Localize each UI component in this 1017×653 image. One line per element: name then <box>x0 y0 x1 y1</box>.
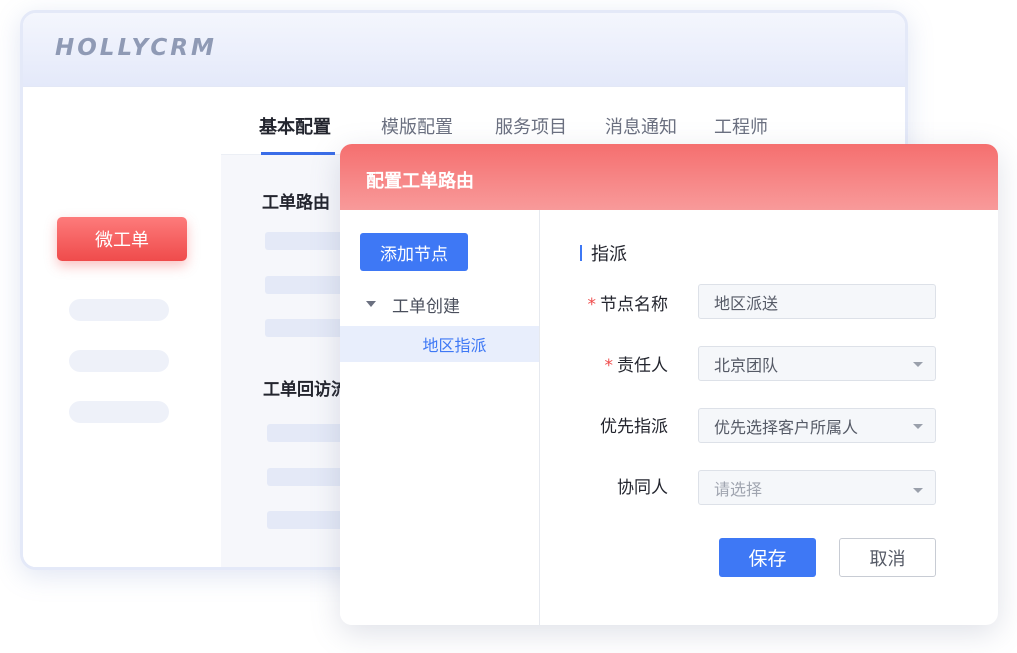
tree-node-region-assign[interactable]: 地区指派 <box>340 326 539 362</box>
cancel-button[interactable]: 取消 <box>839 538 936 577</box>
collaborator-label: 协同人 <box>617 478 668 498</box>
node-name-label: * 节点名称 <box>587 295 669 315</box>
save-button[interactable]: 保存 <box>719 538 816 577</box>
dialog-title: 配置工单路由 <box>366 171 474 192</box>
sidebar-placeholder-item <box>69 299 169 321</box>
priority-assign-label: 优先指派 <box>600 417 668 437</box>
collaborator-select[interactable]: 请选择 <box>698 470 936 505</box>
sidebar-placeholder-item <box>69 350 169 372</box>
tab-basic-config[interactable]: 基本配置 <box>259 113 331 139</box>
tab-template-config[interactable]: 模版配置 <box>381 113 453 139</box>
required-asterisk: * <box>587 295 597 315</box>
add-node-button[interactable]: 添加节点 <box>360 233 468 271</box>
priority-assign-value: 优先选择客户所属人 <box>714 417 859 437</box>
brand-logo: HOLLYCRM <box>55 35 217 61</box>
route-config-dialog: 配置工单路由 添加节点 工单创建 地区指派 指派 *节点名称 *责任人 北京团队… <box>340 144 998 625</box>
active-tab-indicator <box>261 152 335 155</box>
tree-node-ticket-create[interactable]: 工单创建 <box>366 292 460 317</box>
node-name-input[interactable] <box>698 284 936 319</box>
tab-service-items[interactable]: 服务项目 <box>495 113 567 139</box>
owner-select-value: 北京团队 <box>714 355 779 375</box>
sidebar-item-micro-ticket[interactable]: 微工单 <box>57 217 187 261</box>
panel-title: 指派 <box>580 240 627 266</box>
node-form-panel: 指派 *节点名称 *责任人 北京团队 优先指派 优先选择客户所属人 协同人 请选… <box>540 210 998 625</box>
owner-select[interactable]: 北京团队 <box>698 346 936 381</box>
sidebar: 微工单 <box>23 87 221 567</box>
chevron-down-icon[interactable] <box>913 362 923 367</box>
section-title-routing: 工单路由 <box>262 193 330 213</box>
chevron-down-icon[interactable] <box>913 424 923 429</box>
title-accent-line <box>580 245 582 261</box>
app-header: HOLLYCRM <box>23 13 905 87</box>
panel-title-text: 指派 <box>591 244 627 265</box>
priority-assign-select[interactable]: 优先选择客户所属人 <box>698 408 936 443</box>
sidebar-placeholder-item <box>69 401 169 423</box>
collaborator-placeholder: 请选择 <box>714 479 763 499</box>
chevron-down-icon[interactable] <box>913 488 923 493</box>
required-asterisk: * <box>604 356 614 376</box>
caret-down-icon[interactable] <box>366 301 376 307</box>
tab-notifications[interactable]: 消息通知 <box>605 113 677 139</box>
owner-label: * 责任人 <box>604 356 669 376</box>
section-title-followup: 工单回访流 <box>263 380 348 400</box>
tree-node-label: 地区指派 <box>422 336 487 355</box>
tab-engineers[interactable]: 工程师 <box>714 113 768 139</box>
node-tree-panel: 添加节点 工单创建 地区指派 <box>340 210 540 625</box>
tree-node-label: 工单创建 <box>392 296 460 317</box>
dialog-header: 配置工单路由 <box>340 144 998 210</box>
